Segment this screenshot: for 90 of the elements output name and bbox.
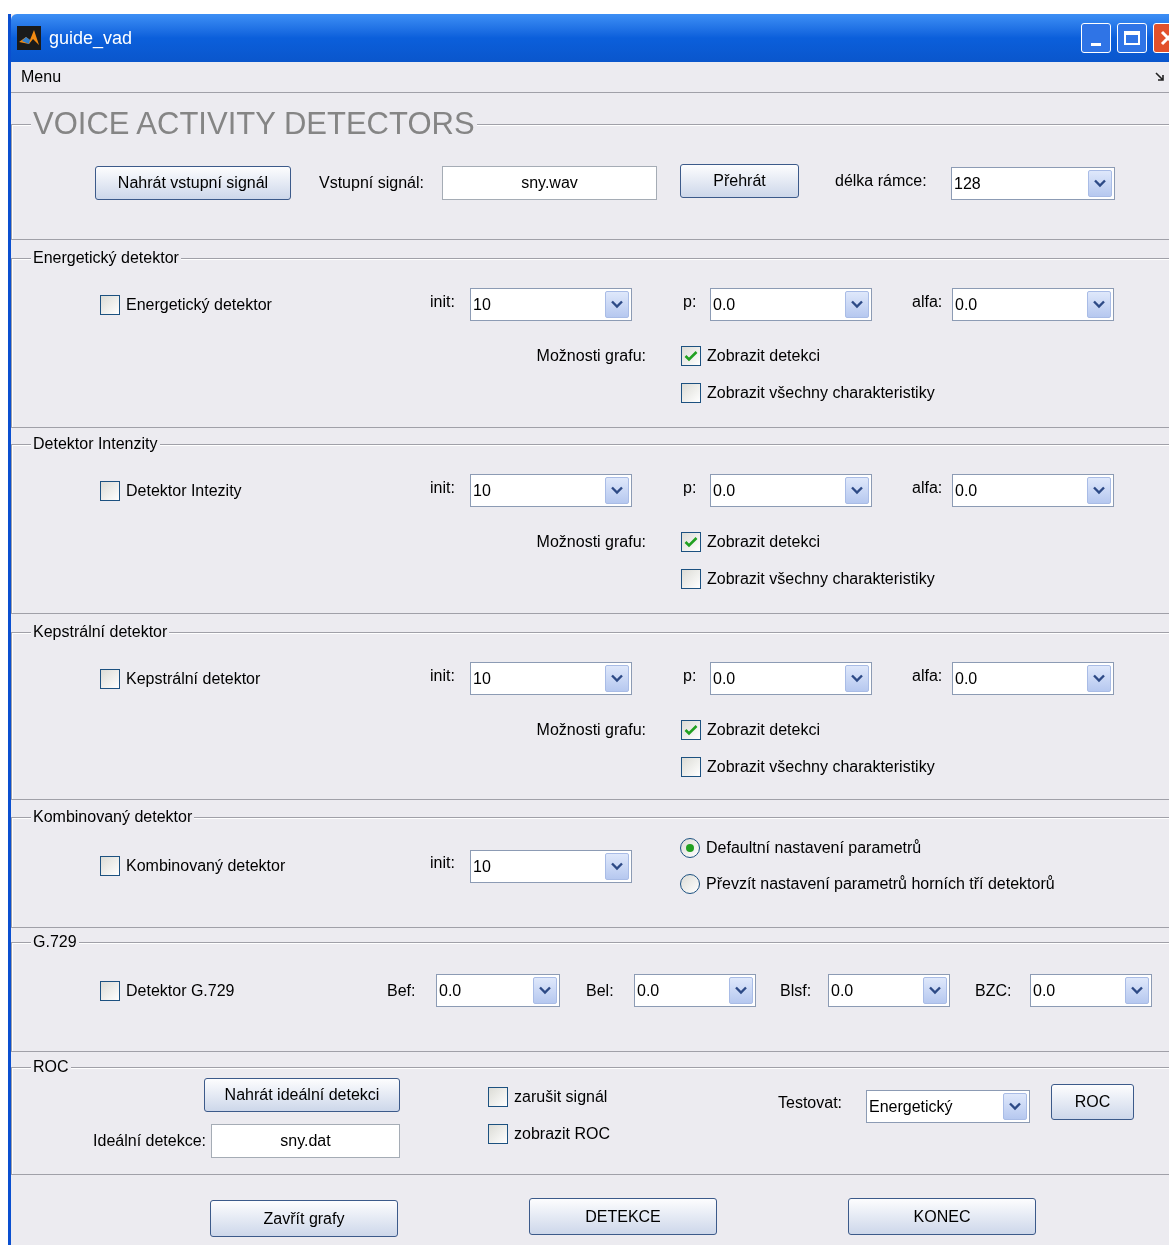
dropdown[interactable]: Energetický — [866, 1090, 1030, 1123]
app-icon — [17, 26, 41, 50]
dropdown[interactable]: 0.0 — [710, 662, 872, 695]
radio-button[interactable]: Převzít nastavení parametrů horních tří detektorů — [680, 872, 1055, 896]
button[interactable]: Nahrát vstupní signál — [95, 166, 291, 200]
label: alfa: — [912, 665, 944, 686]
chevron-icon — [611, 486, 623, 495]
chevron-icon — [1131, 986, 1143, 995]
checkbox[interactable]: Zobrazit detekci — [681, 344, 820, 368]
dropdown[interactable]: 10 — [470, 474, 632, 507]
checkmark-icon — [684, 536, 698, 548]
dropdown[interactable]: 0.0 — [828, 974, 950, 1007]
panel-title: Kepstrální detektor — [31, 622, 170, 642]
label: init: — [430, 665, 456, 686]
chevron-icon — [1009, 1102, 1021, 1111]
button[interactable]: ROC — [1051, 1084, 1134, 1120]
label: Možnosti grafu: — [535, 532, 646, 552]
chevron-icon — [929, 986, 941, 995]
label: Možnosti grafu: — [535, 346, 646, 366]
panel-title: Energetický detektor — [31, 248, 181, 268]
label: Bel: — [586, 980, 615, 1001]
maximize-button[interactable] — [1117, 23, 1147, 53]
text-field[interactable]: sny.wav — [442, 166, 657, 200]
checkbox[interactable]: Energetický detektor — [100, 292, 430, 317]
dropdown[interactable]: 0.0 — [1030, 974, 1152, 1007]
button[interactable]: Zavřít grafy — [210, 1200, 398, 1237]
dropdown[interactable]: 0.0 — [952, 474, 1114, 507]
checkbox[interactable]: Zobrazit všechny charakteristiky — [681, 755, 935, 779]
radio-button[interactable]: Defaultní nastavení parametrů — [680, 836, 1055, 860]
chevron-icon — [611, 674, 623, 683]
checkbox[interactable]: Zobrazit detekci — [681, 718, 820, 742]
checkbox[interactable]: Kombinovaný detektor — [100, 854, 430, 878]
dropdown[interactable]: 10 — [470, 288, 632, 321]
window-title: guide_vad — [49, 26, 133, 51]
button[interactable]: Nahrát ideální detekci — [204, 1078, 400, 1112]
panel-title: Detektor Intenzity — [31, 434, 160, 454]
label: Možnosti grafu: — [535, 720, 646, 740]
dropdown[interactable]: 10 — [470, 662, 632, 695]
minimize-button[interactable] — [1081, 23, 1111, 53]
checkbox[interactable]: Zobrazit detekci — [681, 530, 820, 554]
checkbox[interactable]: Zobrazit všechny charakteristiky — [681, 567, 935, 591]
chevron-icon — [735, 986, 747, 995]
menu-item[interactable]: Menu — [21, 65, 62, 89]
chevron-icon — [851, 300, 863, 309]
checkbox[interactable]: Detektor G.729 — [100, 978, 387, 1003]
chevron-icon — [851, 674, 863, 683]
text-field[interactable]: sny.dat — [211, 1124, 400, 1158]
checkbox[interactable]: Zobrazit všechny charakteristiky — [681, 381, 935, 405]
label: Bef: — [387, 980, 417, 1001]
chevron-icon — [1093, 486, 1105, 495]
chevron-icon — [1093, 300, 1105, 309]
checkmark-icon — [684, 350, 698, 362]
button[interactable]: Přehrát — [680, 164, 799, 198]
chevron-icon — [1093, 674, 1105, 683]
checkbox[interactable]: zarušit signál — [488, 1085, 778, 1109]
chevron-icon — [851, 486, 863, 495]
dropdown[interactable]: 0.0 — [710, 474, 872, 507]
label: p: — [683, 665, 698, 686]
dropdown[interactable]: 10 — [470, 849, 632, 883]
checkmark-icon — [684, 724, 698, 736]
panel-title: Kombinovaný detektor — [31, 807, 195, 827]
chevron-icon — [539, 986, 551, 995]
label: alfa: — [912, 477, 944, 498]
chevron-icon — [1094, 178, 1106, 188]
label: BZC: — [975, 980, 1013, 1001]
label: délka rámce: — [835, 171, 928, 191]
chevron-icon — [611, 861, 623, 871]
label: init: — [430, 853, 456, 873]
dropdown[interactable]: 128 — [951, 166, 1115, 200]
label: Ideální detekce: — [93, 1131, 206, 1151]
dropdown[interactable]: 0.0 — [634, 974, 756, 1007]
button[interactable]: DETEKCE — [529, 1198, 717, 1235]
label: init: — [430, 477, 456, 498]
checkbox[interactable]: zobrazit ROC — [488, 1122, 778, 1146]
label: init: — [430, 291, 456, 312]
checkbox[interactable]: Kepstrální detektor — [100, 666, 430, 691]
label: Testovat: — [778, 1092, 844, 1113]
label: alfa: — [912, 291, 944, 312]
label: p: — [683, 291, 698, 312]
label: p: — [683, 477, 698, 498]
dock-arrow-icon[interactable] — [1155, 72, 1165, 82]
dropdown[interactable]: 0.0 — [436, 974, 560, 1007]
dropdown[interactable]: 0.0 — [952, 288, 1114, 321]
checkbox[interactable]: Detektor Intezity — [100, 478, 430, 503]
dropdown[interactable]: 0.0 — [710, 288, 872, 321]
chevron-icon — [611, 300, 623, 309]
label: Blsf: — [780, 980, 813, 1001]
button[interactable]: KONEC — [848, 1198, 1036, 1235]
label: Vstupní signál: — [319, 173, 425, 193]
dropdown[interactable]: 0.0 — [952, 662, 1114, 695]
